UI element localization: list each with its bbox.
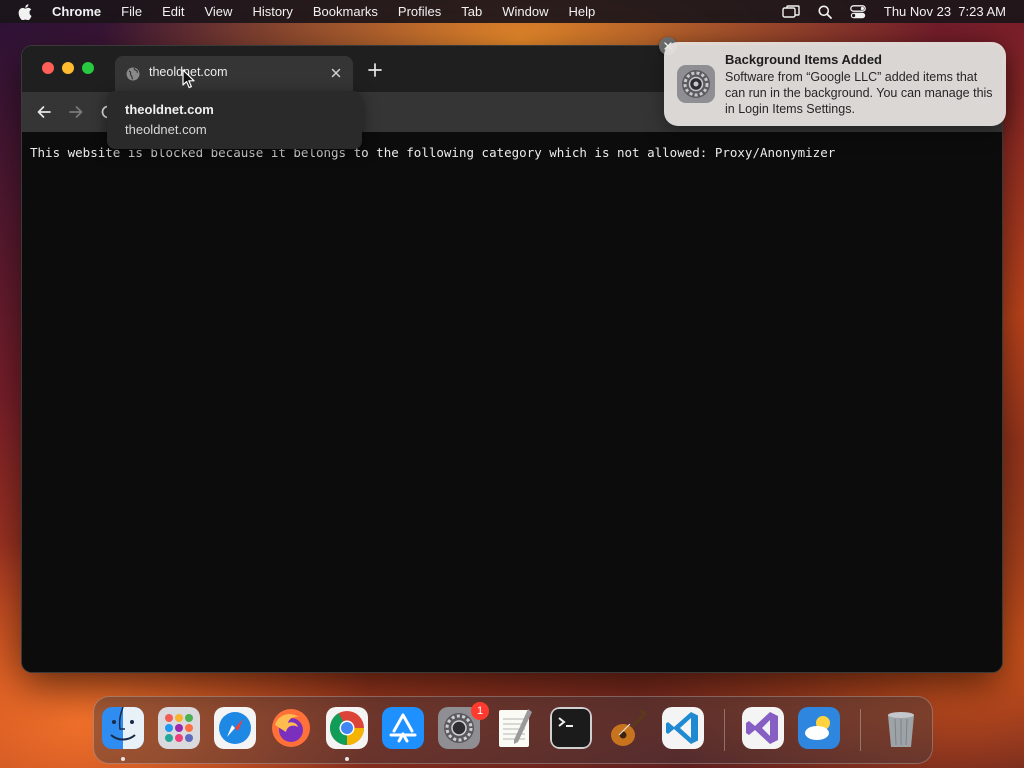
finder-running-indicator: [121, 757, 125, 761]
google-chrome-icon[interactable]: [326, 707, 368, 749]
terminal-icon[interactable]: [550, 707, 592, 749]
system-settings-icon: [676, 64, 716, 104]
finder-icon[interactable]: [102, 707, 144, 749]
chrome-running-indicator: [345, 757, 349, 761]
apple-menu-icon[interactable]: [18, 3, 34, 20]
weather-icon[interactable]: [798, 707, 840, 749]
menu-bookmarks[interactable]: Bookmarks: [313, 4, 378, 19]
dock-separator: [724, 709, 725, 751]
system-settings-badge: 1: [471, 702, 489, 720]
hover-card-domain: theoldnet.com: [125, 122, 207, 137]
dock: 1: [93, 696, 933, 764]
launchpad-icon[interactable]: [158, 707, 200, 749]
forward-arrow-icon[interactable]: [67, 103, 85, 121]
app-store-icon[interactable]: [382, 707, 424, 749]
tab-hover-card: theoldnet.com theoldnet.com: [107, 91, 362, 149]
menu-help[interactable]: Help: [569, 4, 596, 19]
page-content: This website is blocked because it belon…: [22, 132, 1002, 672]
mouse-pointer-icon: [182, 69, 196, 89]
vscode-icon[interactable]: [662, 707, 704, 749]
tab-close-icon[interactable]: [329, 66, 343, 80]
menu-history[interactable]: History: [252, 4, 292, 19]
back-arrow-icon[interactable]: [35, 103, 53, 121]
window-minimize-button[interactable]: [62, 62, 74, 74]
trash-icon[interactable]: [880, 707, 922, 749]
menu-bar: Chrome File Edit View History Bookmarks …: [0, 0, 1024, 23]
menu-file[interactable]: File: [121, 4, 142, 19]
screen-mirroring-icon[interactable]: [782, 4, 800, 19]
safari-icon[interactable]: [214, 707, 256, 749]
browser-tab[interactable]: theoldnet.com: [115, 56, 353, 92]
globe-icon: [125, 66, 141, 82]
new-tab-plus-icon[interactable]: [368, 63, 382, 77]
spotlight-search-icon[interactable]: [818, 5, 832, 19]
textedit-icon[interactable]: [494, 707, 536, 749]
hover-card-title: theoldnet.com: [125, 102, 214, 117]
menu-view[interactable]: View: [204, 4, 232, 19]
menubar-clock[interactable]: Thu Nov 23 7:23 AM: [884, 4, 1006, 19]
garageband-icon[interactable]: [606, 707, 648, 749]
notification-title: Background Items Added: [725, 52, 882, 67]
menu-edit[interactable]: Edit: [162, 4, 184, 19]
notification-body: Software from “Google LLC” added items t…: [725, 70, 993, 116]
menu-tab[interactable]: Tab: [461, 4, 482, 19]
visual-studio-icon[interactable]: [742, 707, 784, 749]
menu-profiles[interactable]: Profiles: [398, 4, 441, 19]
menu-window[interactable]: Window: [502, 4, 548, 19]
window-zoom-button[interactable]: [82, 62, 94, 74]
firefox-icon[interactable]: [270, 707, 312, 749]
window-close-button[interactable]: [42, 62, 54, 74]
background-items-notification[interactable]: Background Items Added Software from “Go…: [664, 42, 1006, 126]
control-center-icon[interactable]: [850, 4, 866, 19]
menu-app-chrome[interactable]: Chrome: [52, 4, 101, 19]
dock-separator-trash: [860, 709, 861, 751]
